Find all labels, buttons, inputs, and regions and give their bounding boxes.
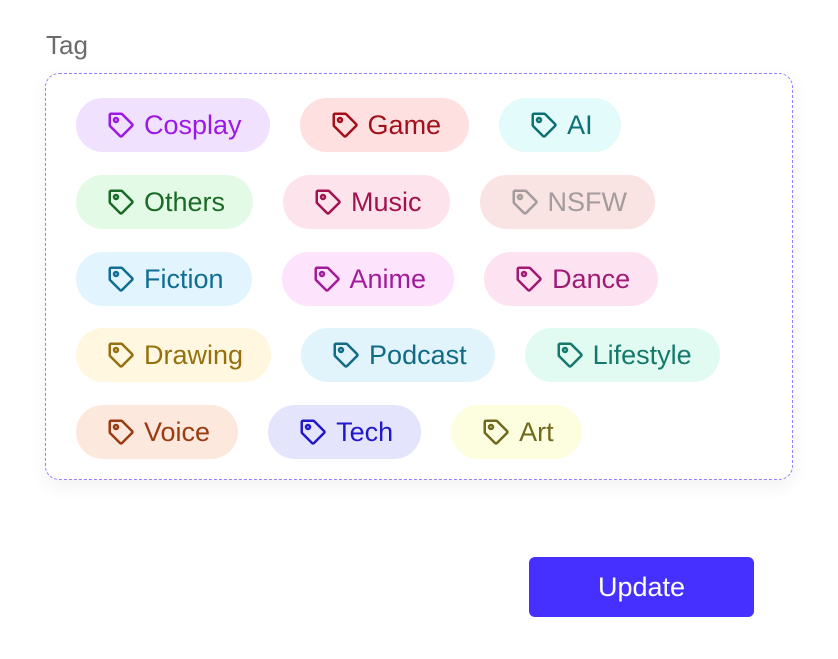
tag-icon: [514, 264, 544, 294]
tag-chip-label: Art: [519, 416, 554, 447]
tag-icon: [106, 417, 136, 447]
tag-row: Others Music NSFW: [76, 175, 685, 229]
tag-chip-dance[interactable]: Dance: [484, 252, 659, 306]
tag-chip-label: Music: [351, 186, 422, 217]
tag-chip-label: Others: [144, 186, 226, 217]
tag-chip-fiction[interactable]: Fiction: [76, 252, 252, 306]
tag-chip-label: Podcast: [369, 339, 467, 370]
tag-chip-label: Game: [367, 109, 442, 140]
tag-icon: [481, 417, 511, 447]
tag-chip-art[interactable]: Art: [451, 405, 582, 459]
tag-icon: [555, 340, 585, 370]
tag-chip-label: Drawing: [144, 339, 244, 370]
tag-row: Fiction Anime Dance: [76, 252, 688, 306]
tag-icon: [106, 187, 136, 217]
tag-row: Drawing Podcast Lifestyle: [76, 328, 750, 382]
tag-chip-label: Voice: [144, 416, 211, 447]
tag-icon: [331, 340, 361, 370]
tag-field-label: Tag: [46, 30, 88, 60]
tag-chip-nsfw[interactable]: NSFW: [479, 175, 656, 229]
tag-icon: [529, 110, 559, 140]
tag-selector: Cosplay Game AI Others Music NSFW Fiction Ani…: [45, 73, 793, 480]
tag-icon: [330, 110, 360, 140]
tag-chip-label: Anime: [349, 263, 427, 294]
tag-icon: [106, 340, 136, 370]
tag-chip-label: Cosplay: [144, 109, 242, 140]
tag-chip-drawing[interactable]: Drawing: [76, 328, 272, 382]
tag-row: Cosplay Game AI: [76, 98, 651, 152]
tag-chip-label: NSFW: [547, 186, 628, 217]
tag-icon: [312, 264, 342, 294]
tag-icon: [510, 187, 540, 217]
tag-chip-voice[interactable]: Voice: [76, 405, 239, 459]
tag-chip-game[interactable]: Game: [299, 98, 470, 152]
tag-chip-podcast[interactable]: Podcast: [301, 328, 495, 382]
tag-icon: [106, 264, 136, 294]
tag-chip-lifestyle[interactable]: Lifestyle: [524, 328, 720, 382]
tag-chip-tech[interactable]: Tech: [268, 405, 422, 459]
tag-row: Voice Tech Art: [76, 405, 612, 459]
tag-chip-ai[interactable]: AI: [499, 98, 621, 152]
tag-icon: [106, 110, 136, 140]
tag-chip-label: Tech: [336, 416, 394, 447]
tag-chip-others[interactable]: Others: [76, 175, 254, 229]
tag-chip-label: Dance: [552, 263, 631, 294]
tag-chip-cosplay[interactable]: Cosplay: [76, 98, 270, 152]
tag-icon: [298, 417, 328, 447]
tag-chip-anime[interactable]: Anime: [281, 252, 455, 306]
tag-chip-label: Fiction: [144, 263, 224, 294]
update-button[interactable]: Update: [529, 557, 754, 617]
tag-chip-label: AI: [567, 109, 593, 140]
tag-icon: [313, 187, 343, 217]
tag-chip-music[interactable]: Music: [283, 175, 450, 229]
tag-chip-label: Lifestyle: [592, 339, 692, 370]
